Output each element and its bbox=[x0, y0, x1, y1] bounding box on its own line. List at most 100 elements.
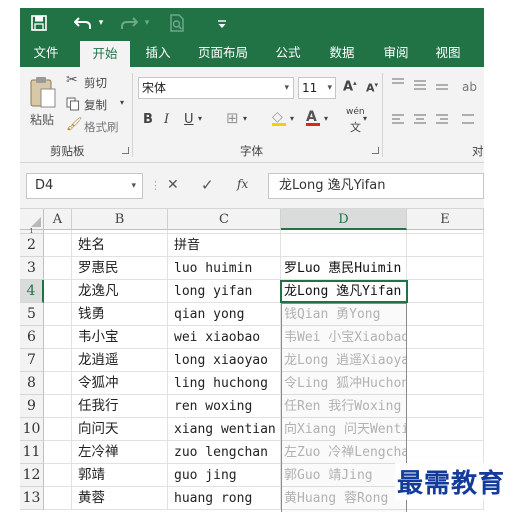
cell-e7[interactable] bbox=[407, 349, 484, 372]
cell-d13[interactable]: 黄Huang 蓉Rong bbox=[281, 487, 407, 510]
tab-file[interactable]: 文件 bbox=[26, 38, 66, 67]
print-preview-icon[interactable] bbox=[166, 12, 188, 34]
cut-button[interactable]: ✂ 剪切 bbox=[66, 72, 130, 92]
cell-b4[interactable]: 龙逸凡 bbox=[72, 280, 168, 303]
column-header-d[interactable]: D bbox=[281, 209, 407, 230]
cell-b13[interactable]: 黄蓉 bbox=[72, 487, 168, 510]
cell-e9[interactable] bbox=[407, 395, 484, 418]
font-color-icon[interactable]: A bbox=[306, 109, 320, 126]
select-all-corner[interactable] bbox=[20, 209, 44, 230]
cell-c13[interactable]: huang rong bbox=[168, 487, 281, 510]
row-header[interactable]: 4 bbox=[20, 280, 44, 303]
chevron-down-icon[interactable]: ▾ bbox=[243, 114, 247, 123]
undo-dropdown-icon[interactable]: ▾ bbox=[96, 12, 106, 34]
column-header-b[interactable]: B bbox=[72, 209, 168, 230]
cell-c3[interactable]: luo huimin bbox=[168, 257, 281, 280]
underline-button[interactable]: U bbox=[184, 112, 194, 127]
cell-a4[interactable] bbox=[44, 280, 72, 303]
row-header[interactable]: 6 bbox=[20, 326, 44, 349]
cell-d10[interactable]: 向Xiang 问天Wentian bbox=[281, 418, 407, 441]
cell-d2[interactable] bbox=[281, 234, 407, 257]
tab-formulas[interactable]: 公式 bbox=[268, 38, 308, 67]
cancel-formula-button[interactable]: ✕ bbox=[167, 177, 179, 193]
row-header[interactable]: 8 bbox=[20, 372, 44, 395]
cell-d7[interactable]: 龙Long 逍遥Xiaoyao bbox=[281, 349, 407, 372]
chevron-down-icon[interactable]: ▾ bbox=[324, 114, 328, 123]
cell-b8[interactable]: 令狐冲 bbox=[72, 372, 168, 395]
cell-a7[interactable] bbox=[44, 349, 72, 372]
cell-a8[interactable] bbox=[44, 372, 72, 395]
copy-button[interactable]: 复制 ▾ bbox=[66, 96, 130, 114]
formula-input[interactable]: 龙Long 逸凡Yifan bbox=[268, 173, 484, 199]
cell-a9[interactable] bbox=[44, 395, 72, 418]
cell-c10[interactable]: xiang wentian bbox=[168, 418, 281, 441]
cell-c9[interactable]: ren woxing bbox=[168, 395, 281, 418]
cell-c6[interactable]: wei xiaobao bbox=[168, 326, 281, 349]
borders-icon[interactable]: ⊞ bbox=[226, 109, 239, 127]
row-header[interactable]: 2 bbox=[20, 234, 44, 257]
cell-d6[interactable]: 韦Wei 小宝Xiaobao bbox=[281, 326, 407, 349]
cell-c11[interactable]: zuo lengchan bbox=[168, 441, 281, 464]
cell-e2[interactable] bbox=[407, 234, 484, 257]
chevron-down-icon[interactable]: ▾ bbox=[363, 114, 367, 123]
cell-a3[interactable] bbox=[44, 257, 72, 280]
tab-home[interactable]: 开始 bbox=[80, 41, 130, 67]
cell-b12[interactable]: 郭靖 bbox=[72, 464, 168, 487]
cell-b3[interactable]: 罗惠民 bbox=[72, 257, 168, 280]
row-header[interactable]: 5 bbox=[20, 303, 44, 326]
cell-c8[interactable]: ling huchong bbox=[168, 372, 281, 395]
cell-e5[interactable] bbox=[407, 303, 484, 326]
cell-c4[interactable]: long yifan bbox=[168, 280, 281, 303]
cell-a5[interactable] bbox=[44, 303, 72, 326]
format-painter-button[interactable]: 🖌 格式刷 bbox=[66, 117, 130, 136]
cell-a2[interactable] bbox=[44, 234, 72, 257]
cell-e4[interactable] bbox=[407, 280, 484, 303]
decrease-font-icon[interactable]: A▾ bbox=[366, 81, 378, 95]
row-header[interactable]: 7 bbox=[20, 349, 44, 372]
cell-c2[interactable]: 拼音 bbox=[168, 234, 281, 257]
redo-dropdown-icon[interactable]: ▾ bbox=[142, 12, 152, 34]
cell-b9[interactable]: 任我行 bbox=[72, 395, 168, 418]
tab-data[interactable]: 数据 bbox=[322, 38, 362, 67]
tab-page-layout[interactable]: 页面布局 bbox=[190, 38, 256, 67]
cell-e10[interactable] bbox=[407, 418, 484, 441]
column-header-c[interactable]: C bbox=[168, 209, 281, 230]
row-header[interactable]: 10 bbox=[20, 418, 44, 441]
italic-button[interactable]: I bbox=[164, 112, 169, 127]
cell-d9[interactable]: 任Ren 我行Woxing bbox=[281, 395, 407, 418]
cell-b6[interactable]: 韦小宝 bbox=[72, 326, 168, 349]
cell-c7[interactable]: long xiaoyao bbox=[168, 349, 281, 372]
cell-d12[interactable]: 郭Guo 靖Jing bbox=[281, 464, 407, 487]
increase-font-icon[interactable]: A▴ bbox=[343, 79, 357, 94]
tab-review[interactable]: 审阅 bbox=[376, 38, 416, 67]
row-header[interactable]: 13 bbox=[20, 487, 44, 510]
enter-formula-button[interactable]: ✓ bbox=[201, 176, 214, 194]
cell-d11[interactable]: 左Zuo 冷禅Lengchan bbox=[281, 441, 407, 464]
cell-a12[interactable] bbox=[44, 464, 72, 487]
row-header[interactable]: 9 bbox=[20, 395, 44, 418]
cell-a6[interactable] bbox=[44, 326, 72, 349]
name-box[interactable]: D4 ▾ bbox=[26, 173, 143, 199]
cell-b11[interactable]: 左冷禅 bbox=[72, 441, 168, 464]
cell-b5[interactable]: 钱勇 bbox=[72, 303, 168, 326]
font-launcher-icon[interactable] bbox=[372, 147, 379, 154]
font-name-select[interactable]: 宋体 ▾ bbox=[138, 77, 294, 99]
cell-d4[interactable]: 龙Long 逸凡Yifan bbox=[281, 280, 407, 303]
chevron-down-icon[interactable]: ▾ bbox=[198, 114, 202, 123]
formula-bar-grip-icon[interactable]: ⋮ bbox=[150, 179, 161, 192]
tab-view[interactable]: 视图 bbox=[428, 38, 468, 67]
tab-insert[interactable]: 插入 bbox=[138, 38, 178, 67]
fill-color-icon[interactable]: ◇ bbox=[272, 109, 286, 126]
redo-icon[interactable] bbox=[118, 12, 140, 34]
cell-c12[interactable]: guo jing bbox=[168, 464, 281, 487]
cell-b7[interactable]: 龙逍遥 bbox=[72, 349, 168, 372]
cell-e6[interactable] bbox=[407, 326, 484, 349]
undo-icon[interactable] bbox=[72, 12, 94, 34]
cell-b2[interactable]: 姓名 bbox=[72, 234, 168, 257]
bold-button[interactable]: B bbox=[143, 112, 153, 127]
cell-c5[interactable]: qian yong bbox=[168, 303, 281, 326]
cell-a10[interactable] bbox=[44, 418, 72, 441]
insert-function-button[interactable]: fx bbox=[237, 177, 248, 191]
customize-icon[interactable] bbox=[216, 12, 228, 34]
row-header[interactable]: 12 bbox=[20, 464, 44, 487]
